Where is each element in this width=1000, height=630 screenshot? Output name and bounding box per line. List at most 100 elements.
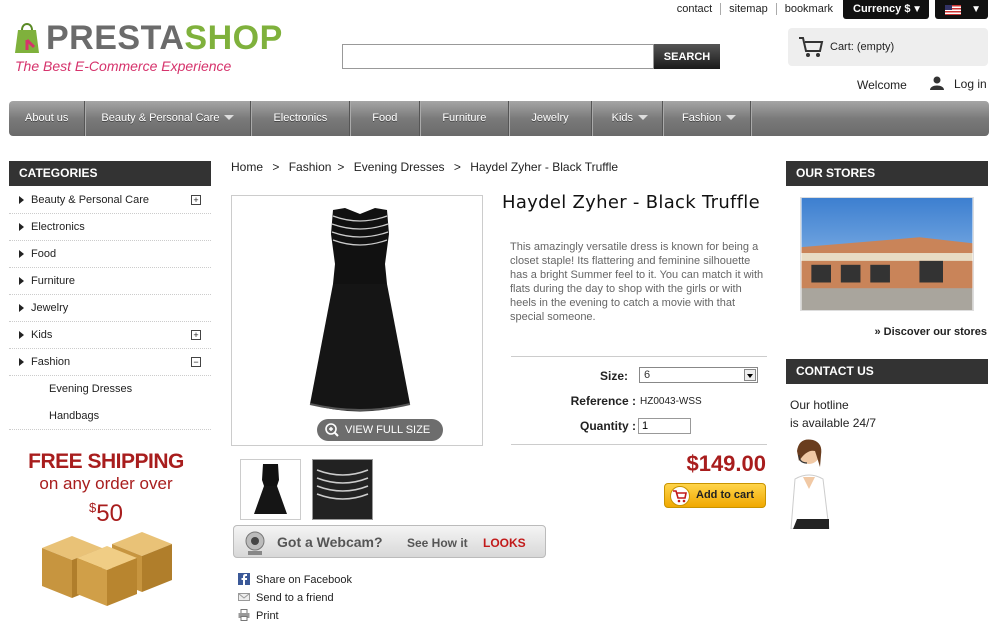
send-to-friend-link[interactable]: Send to a friend — [238, 591, 334, 604]
subcategory-label: Handbags — [49, 410, 100, 422]
nav-item-furniture[interactable]: Furniture — [420, 101, 510, 136]
nav-item-jewelry[interactable]: Jewelry — [509, 101, 592, 136]
category-item[interactable]: Fashion − — [9, 349, 211, 376]
currency-label: Currency $ — [853, 3, 911, 15]
brand-name: PRESTASHOP — [46, 18, 283, 58]
subcategory-label: Evening Dresses — [49, 383, 133, 395]
discover-stores-link[interactable]: » Discover our stores — [875, 326, 988, 338]
breadcrumb-current: Haydel Zyher - Black Truffle — [470, 160, 619, 174]
categories-list: Beauty & Personal Care + Electronics Food… — [9, 187, 211, 430]
print-link[interactable]: Print — [238, 609, 279, 622]
cart-summary[interactable]: Cart: (empty) — [788, 28, 988, 66]
contact-link[interactable]: contact — [669, 3, 720, 15]
product-thumbnail[interactable] — [240, 459, 301, 520]
bookmark-link[interactable]: bookmark — [775, 3, 841, 15]
support-agent-image — [790, 439, 830, 529]
category-item[interactable]: Furniture — [9, 268, 211, 295]
nav-item-fashion[interactable]: Fashion — [663, 101, 752, 136]
nav-item-kids[interactable]: Kids — [592, 101, 664, 136]
boxes-illustration — [42, 532, 172, 606]
share-facebook-link[interactable]: Share on Facebook — [238, 573, 352, 586]
webcam-tryon-banner[interactable]: Got a Webcam? See How it LOOKS — [233, 525, 546, 558]
nav-item-food[interactable]: Food — [350, 101, 421, 136]
category-item[interactable]: Kids + — [9, 322, 211, 349]
category-item[interactable]: Food — [9, 241, 211, 268]
nav-label: Fashion — [682, 112, 722, 124]
search-button[interactable]: SEARCH — [654, 44, 720, 69]
promo-subline: on any order over — [39, 474, 173, 493]
login-label: Log in — [954, 77, 987, 91]
nav-label: Beauty & Personal Care — [101, 112, 220, 124]
share-facebook-label: Share on Facebook — [256, 574, 353, 586]
category-label: Food — [31, 248, 57, 260]
category-item[interactable]: Electronics — [9, 214, 211, 241]
nav-item-about-us[interactable]: About us — [9, 101, 86, 136]
caret-down-icon — [224, 115, 235, 120]
breadcrumb-separator: > — [453, 160, 461, 174]
subcategory-item[interactable]: Evening Dresses — [9, 376, 211, 403]
cart-label: Cart: (empty) — [830, 41, 895, 53]
category-label: Electronics — [31, 221, 85, 233]
divider — [511, 356, 767, 357]
view-full-size-button[interactable]: VIEW FULL SIZE — [317, 419, 443, 441]
zoom-icon — [325, 423, 339, 437]
language-selector[interactable]: ▼ — [935, 0, 988, 19]
hotline-text: Our hotline is available 24/7 — [790, 396, 876, 432]
breadcrumb-evening-dresses[interactable]: Evening Dresses — [354, 160, 445, 174]
category-item[interactable]: Jewelry — [9, 295, 211, 322]
category-label: Fashion — [31, 356, 71, 368]
nav-item-beauty[interactable]: Beauty & Personal Care — [85, 101, 252, 136]
product-title: Haydel Zyher - Black Truffle — [502, 192, 760, 213]
arrow-right-icon — [19, 358, 24, 366]
hotline-line1: Our hotline — [790, 398, 849, 412]
search-input[interactable] — [342, 44, 654, 69]
search-bar: SEARCH — [342, 44, 720, 69]
nav-label: About us — [25, 112, 69, 124]
dress-image — [309, 208, 411, 412]
free-shipping-banner[interactable]: FREE SHIPPING on any order over $50 — [26, 450, 186, 610]
login-link[interactable]: Log in — [930, 76, 987, 91]
category-label: Furniture — [31, 275, 76, 287]
tagline: The Best E-Commerce Experience — [15, 58, 232, 74]
add-to-cart-button[interactable]: Add to cart — [664, 483, 766, 508]
caret-down-icon: ▼ — [971, 4, 981, 15]
nav-item-electronics[interactable]: Electronics — [251, 101, 351, 136]
expand-icon[interactable]: + — [191, 195, 201, 205]
breadcrumb-home[interactable]: Home — [231, 160, 263, 174]
collapse-icon[interactable]: − — [191, 357, 201, 367]
view-full-size-label: VIEW FULL SIZE — [345, 424, 431, 436]
category-label: Beauty & Personal Care — [31, 194, 150, 206]
promo-amount: $50 — [26, 494, 186, 528]
dress-thumbnail-image — [254, 464, 287, 514]
product-price: $149.00 — [686, 451, 766, 476]
us-flag-icon — [945, 5, 961, 15]
store-photo[interactable] — [800, 197, 974, 311]
brand-name-part1: PRESTA — [46, 19, 185, 57]
dress-detail-thumbnail-image — [313, 460, 372, 519]
quantity-input[interactable] — [638, 418, 691, 434]
subcategory-item[interactable]: Handbags — [9, 403, 211, 430]
category-item[interactable]: Beauty & Personal Care + — [9, 187, 211, 214]
nav-label: Food — [372, 112, 398, 124]
currency-selector[interactable]: Currency $ ▼ — [843, 0, 929, 19]
caret-down-icon — [726, 115, 737, 120]
logo[interactable]: PRESTASHOP The Best E-Commerce Experienc… — [14, 16, 282, 78]
product-main-image[interactable]: VIEW FULL SIZE — [231, 195, 483, 446]
size-select[interactable]: 6 — [639, 367, 758, 383]
breadcrumb-fashion[interactable]: Fashion — [289, 160, 332, 174]
arrow-right-icon — [19, 196, 24, 204]
divider — [511, 444, 767, 445]
reference-label: Reference : — [570, 394, 636, 408]
product-thumbnail[interactable] — [312, 459, 373, 520]
expand-icon[interactable]: + — [191, 330, 201, 340]
user-icon — [930, 76, 944, 90]
printer-icon — [238, 609, 250, 621]
size-label: Size: — [599, 369, 628, 383]
arrow-right-icon — [19, 304, 24, 312]
sitemap-link[interactable]: sitemap — [720, 3, 776, 15]
promo-amount-value: 50 — [96, 500, 123, 527]
webcam-subline: See How it — [407, 536, 468, 550]
webcam-looks: LOOKS — [483, 536, 526, 550]
size-value: 6 — [644, 369, 651, 381]
nav-label: Kids — [611, 112, 634, 124]
